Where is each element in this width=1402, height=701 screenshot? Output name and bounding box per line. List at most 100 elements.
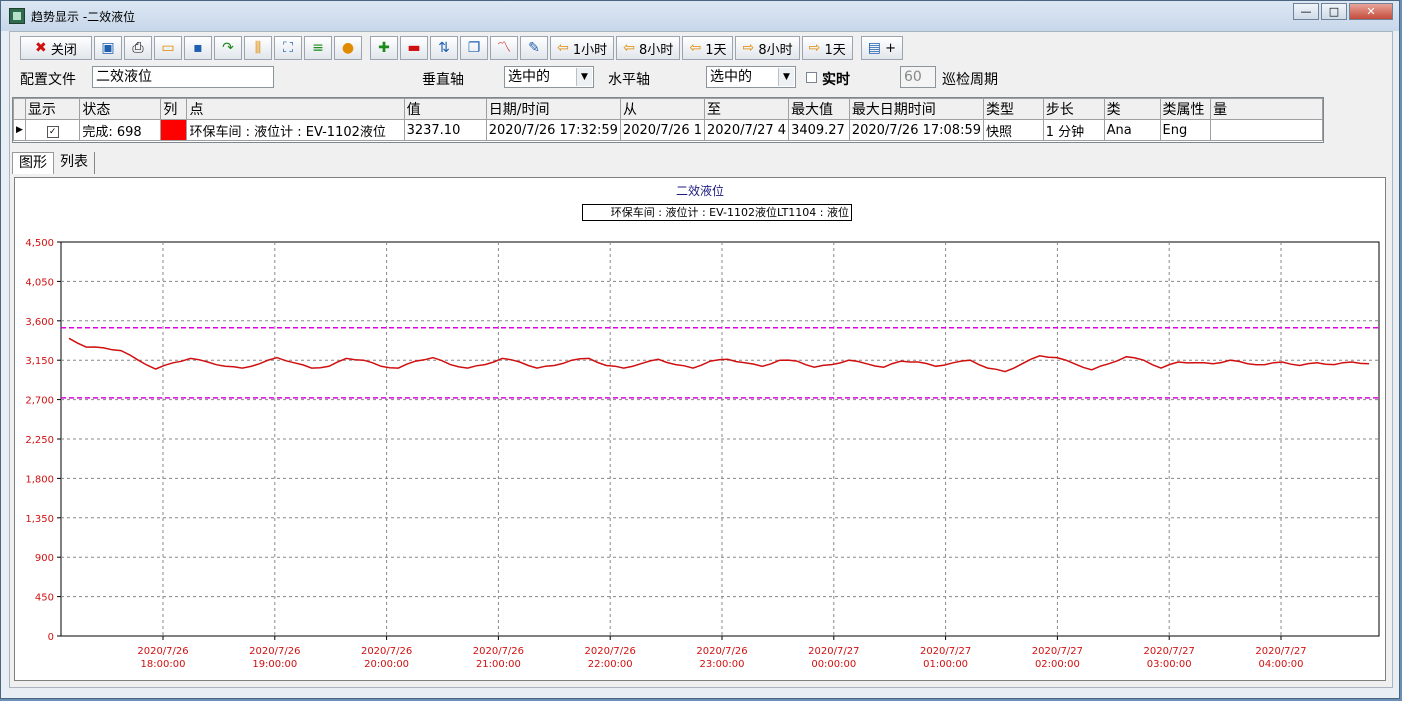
remove-button[interactable]: ▬ bbox=[400, 36, 428, 60]
row-selector-icon[interactable]: ▶ bbox=[13, 119, 26, 141]
col-header[interactable]: 显示 bbox=[24, 98, 81, 120]
client-area: ✖ 关闭 ▣ ⎙ ▭ ▪ ↷ ⫼ ⛶ ≡ ● ✚ ▬ ⇅ ❐ 〽 ✎ ⇦ 1小时… bbox=[9, 31, 1393, 688]
col-header[interactable]: 状态 bbox=[79, 98, 162, 120]
x-tick-time: 02:00:00 bbox=[1035, 659, 1080, 670]
x-tick-date: 2020/7/27 bbox=[1032, 646, 1083, 657]
tab-graph[interactable]: 图形 bbox=[12, 152, 54, 174]
col-header[interactable]: 点 bbox=[186, 98, 405, 120]
haxis-value: 选中的 bbox=[710, 69, 752, 85]
haxis-select[interactable]: 选中的 ▼ bbox=[706, 66, 796, 88]
col-header[interactable]: 量 bbox=[1210, 98, 1323, 120]
redo-button[interactable]: ↷ bbox=[214, 36, 242, 60]
image-button[interactable]: ▣ bbox=[94, 36, 122, 60]
save-button[interactable]: ▪ bbox=[184, 36, 212, 60]
x-tick-time: 04:00:00 bbox=[1259, 659, 1304, 670]
grid-corner bbox=[13, 98, 26, 120]
back-8h-label: 8小时 bbox=[639, 42, 674, 58]
y-tick-label: 1,350 bbox=[25, 514, 54, 525]
window-title: 趋势显示 -二效液位 bbox=[31, 10, 136, 24]
y-tick-label: 450 bbox=[35, 593, 54, 604]
chevron-down-icon: ▼ bbox=[576, 68, 592, 86]
col-header[interactable]: 从 bbox=[619, 98, 706, 120]
x-tick-time: 01:00:00 bbox=[923, 659, 968, 670]
folder-icon: ▭ bbox=[161, 40, 175, 56]
bars-icon: ⫼ bbox=[254, 40, 262, 56]
x-tick-date: 2020/7/26 bbox=[361, 646, 412, 657]
sort-button[interactable]: ⇅ bbox=[430, 36, 458, 60]
col-header[interactable]: 步长 bbox=[1042, 98, 1105, 120]
vaxis-select[interactable]: 选中的 ▼ bbox=[504, 66, 594, 88]
fit-frame-icon: ⛶ bbox=[283, 40, 293, 56]
tab-list[interactable]: 列表 bbox=[54, 152, 95, 174]
extra-button[interactable]: ▤ + bbox=[860, 36, 904, 60]
maximize-button[interactable]: □ bbox=[1321, 3, 1347, 20]
config-file-field[interactable]: 二效液位 bbox=[92, 66, 274, 88]
copy-icon: ❐ bbox=[467, 40, 481, 56]
haxis-label: 水平轴 bbox=[608, 72, 650, 88]
interval-label: 巡检周期 bbox=[942, 72, 998, 88]
color-swatch[interactable] bbox=[160, 119, 188, 141]
close-window-button[interactable]: ✕ bbox=[1349, 3, 1393, 20]
col-header[interactable]: 最大值 bbox=[788, 98, 850, 120]
value-cell: 3237.10 bbox=[403, 119, 487, 141]
x-tick-date: 2020/7/27 bbox=[1144, 646, 1195, 657]
col-header[interactable]: 至 bbox=[703, 98, 790, 120]
close-button-label: 关闭 bbox=[50, 42, 77, 58]
close-x-icon: ✖ bbox=[35, 40, 47, 56]
col-header[interactable]: 值 bbox=[403, 98, 487, 120]
picture-icon: ▣ bbox=[101, 40, 115, 56]
zoom-fit-button[interactable]: ⛶ bbox=[274, 36, 302, 60]
app-icon bbox=[9, 8, 25, 24]
copy-button[interactable]: ❐ bbox=[460, 36, 488, 60]
col-header[interactable]: 最大日期时间 bbox=[848, 98, 985, 120]
minimize-button[interactable]: — bbox=[1293, 3, 1319, 20]
add-button[interactable]: ✚ bbox=[370, 36, 398, 60]
y-tick-label: 2,700 bbox=[25, 396, 54, 407]
chevron-down-icon: ▼ bbox=[778, 68, 794, 86]
x-tick-date: 2020/7/26 bbox=[473, 646, 524, 657]
palette-button[interactable]: ● bbox=[334, 36, 362, 60]
show-checkbox[interactable]: ✓ bbox=[46, 125, 59, 138]
x-tick-time: 18:00:00 bbox=[141, 659, 186, 670]
chart-button[interactable]: 〽 bbox=[490, 36, 518, 60]
plus-icon: ✚ bbox=[378, 40, 390, 56]
line-chart-icon: 〽 bbox=[497, 40, 511, 56]
title-bar[interactable]: 趋势显示 -二效液位 — □ ✕ bbox=[1, 1, 1399, 31]
view-tabs: 图形 列表 bbox=[12, 152, 95, 174]
back-1h-button[interactable]: ⇦ 1小时 bbox=[550, 36, 615, 60]
col-header[interactable]: 日期/时间 bbox=[485, 98, 621, 120]
close-button[interactable]: ✖ 关闭 bbox=[20, 36, 92, 60]
table-row[interactable]: ▶ ✓ 完成: 698 环保车间 : 液位计 : EV-1102液位 3237.… bbox=[13, 119, 1323, 141]
interval-field[interactable]: 60 bbox=[900, 66, 936, 88]
fwd-8h-label: 8小时 bbox=[758, 42, 793, 58]
edit-button[interactable]: ✎ bbox=[520, 36, 548, 60]
col-header[interactable]: 类型 bbox=[983, 98, 1044, 120]
print-button[interactable]: ⎙ bbox=[124, 36, 152, 60]
to-cell: 2020/7/27 4 bbox=[703, 119, 790, 141]
back-8h-button[interactable]: ⇦ 8小时 bbox=[616, 36, 681, 60]
fwd-1d-button[interactable]: ⇨ 1天 bbox=[801, 36, 853, 60]
back-1d-button[interactable]: ⇦ 1天 bbox=[682, 36, 734, 60]
y-tick-label: 3,150 bbox=[25, 356, 54, 367]
fwd-8h-button[interactable]: ⇨ 8小时 bbox=[735, 36, 800, 60]
points-grid: 显示 状态 列 点 值 日期/时间 从 至 最大值 最大日期时间 类型 步长 类… bbox=[12, 97, 1324, 143]
y-tick-label: 1,800 bbox=[25, 474, 54, 485]
realtime-checkbox[interactable] bbox=[806, 72, 817, 83]
col-header[interactable]: 类 bbox=[1103, 98, 1161, 120]
y-tick-label: 4,500 bbox=[25, 238, 54, 249]
realtime-label: 实时 bbox=[822, 72, 850, 88]
col-header[interactable]: 列 bbox=[160, 98, 188, 120]
trend-plot[interactable]: 0 450 900 1,350 1,800 2,250 2,700 3,150 3,600 4,0… bbox=[15, 178, 1393, 678]
card-icon: ▤ bbox=[867, 40, 882, 56]
show-cell[interactable]: ✓ bbox=[24, 119, 81, 141]
col-header[interactable]: 类属性 bbox=[1159, 98, 1212, 120]
x-tick-time: 03:00:00 bbox=[1147, 659, 1192, 670]
arrow-right-icon: ⇨ bbox=[742, 40, 755, 56]
legend-button[interactable]: ≡ bbox=[304, 36, 332, 60]
x-tick-date: 2020/7/26 bbox=[696, 646, 747, 657]
axis-button[interactable]: ⫼ bbox=[244, 36, 272, 60]
open-button[interactable]: ▭ bbox=[154, 36, 182, 60]
qty-cell bbox=[1210, 119, 1323, 141]
x-tick-date: 2020/7/27 bbox=[1255, 646, 1306, 657]
chart-panel: 二效液位 环保车间 : 液位计 : EV-1102液位LT1104 : 液位 0… bbox=[14, 177, 1386, 681]
